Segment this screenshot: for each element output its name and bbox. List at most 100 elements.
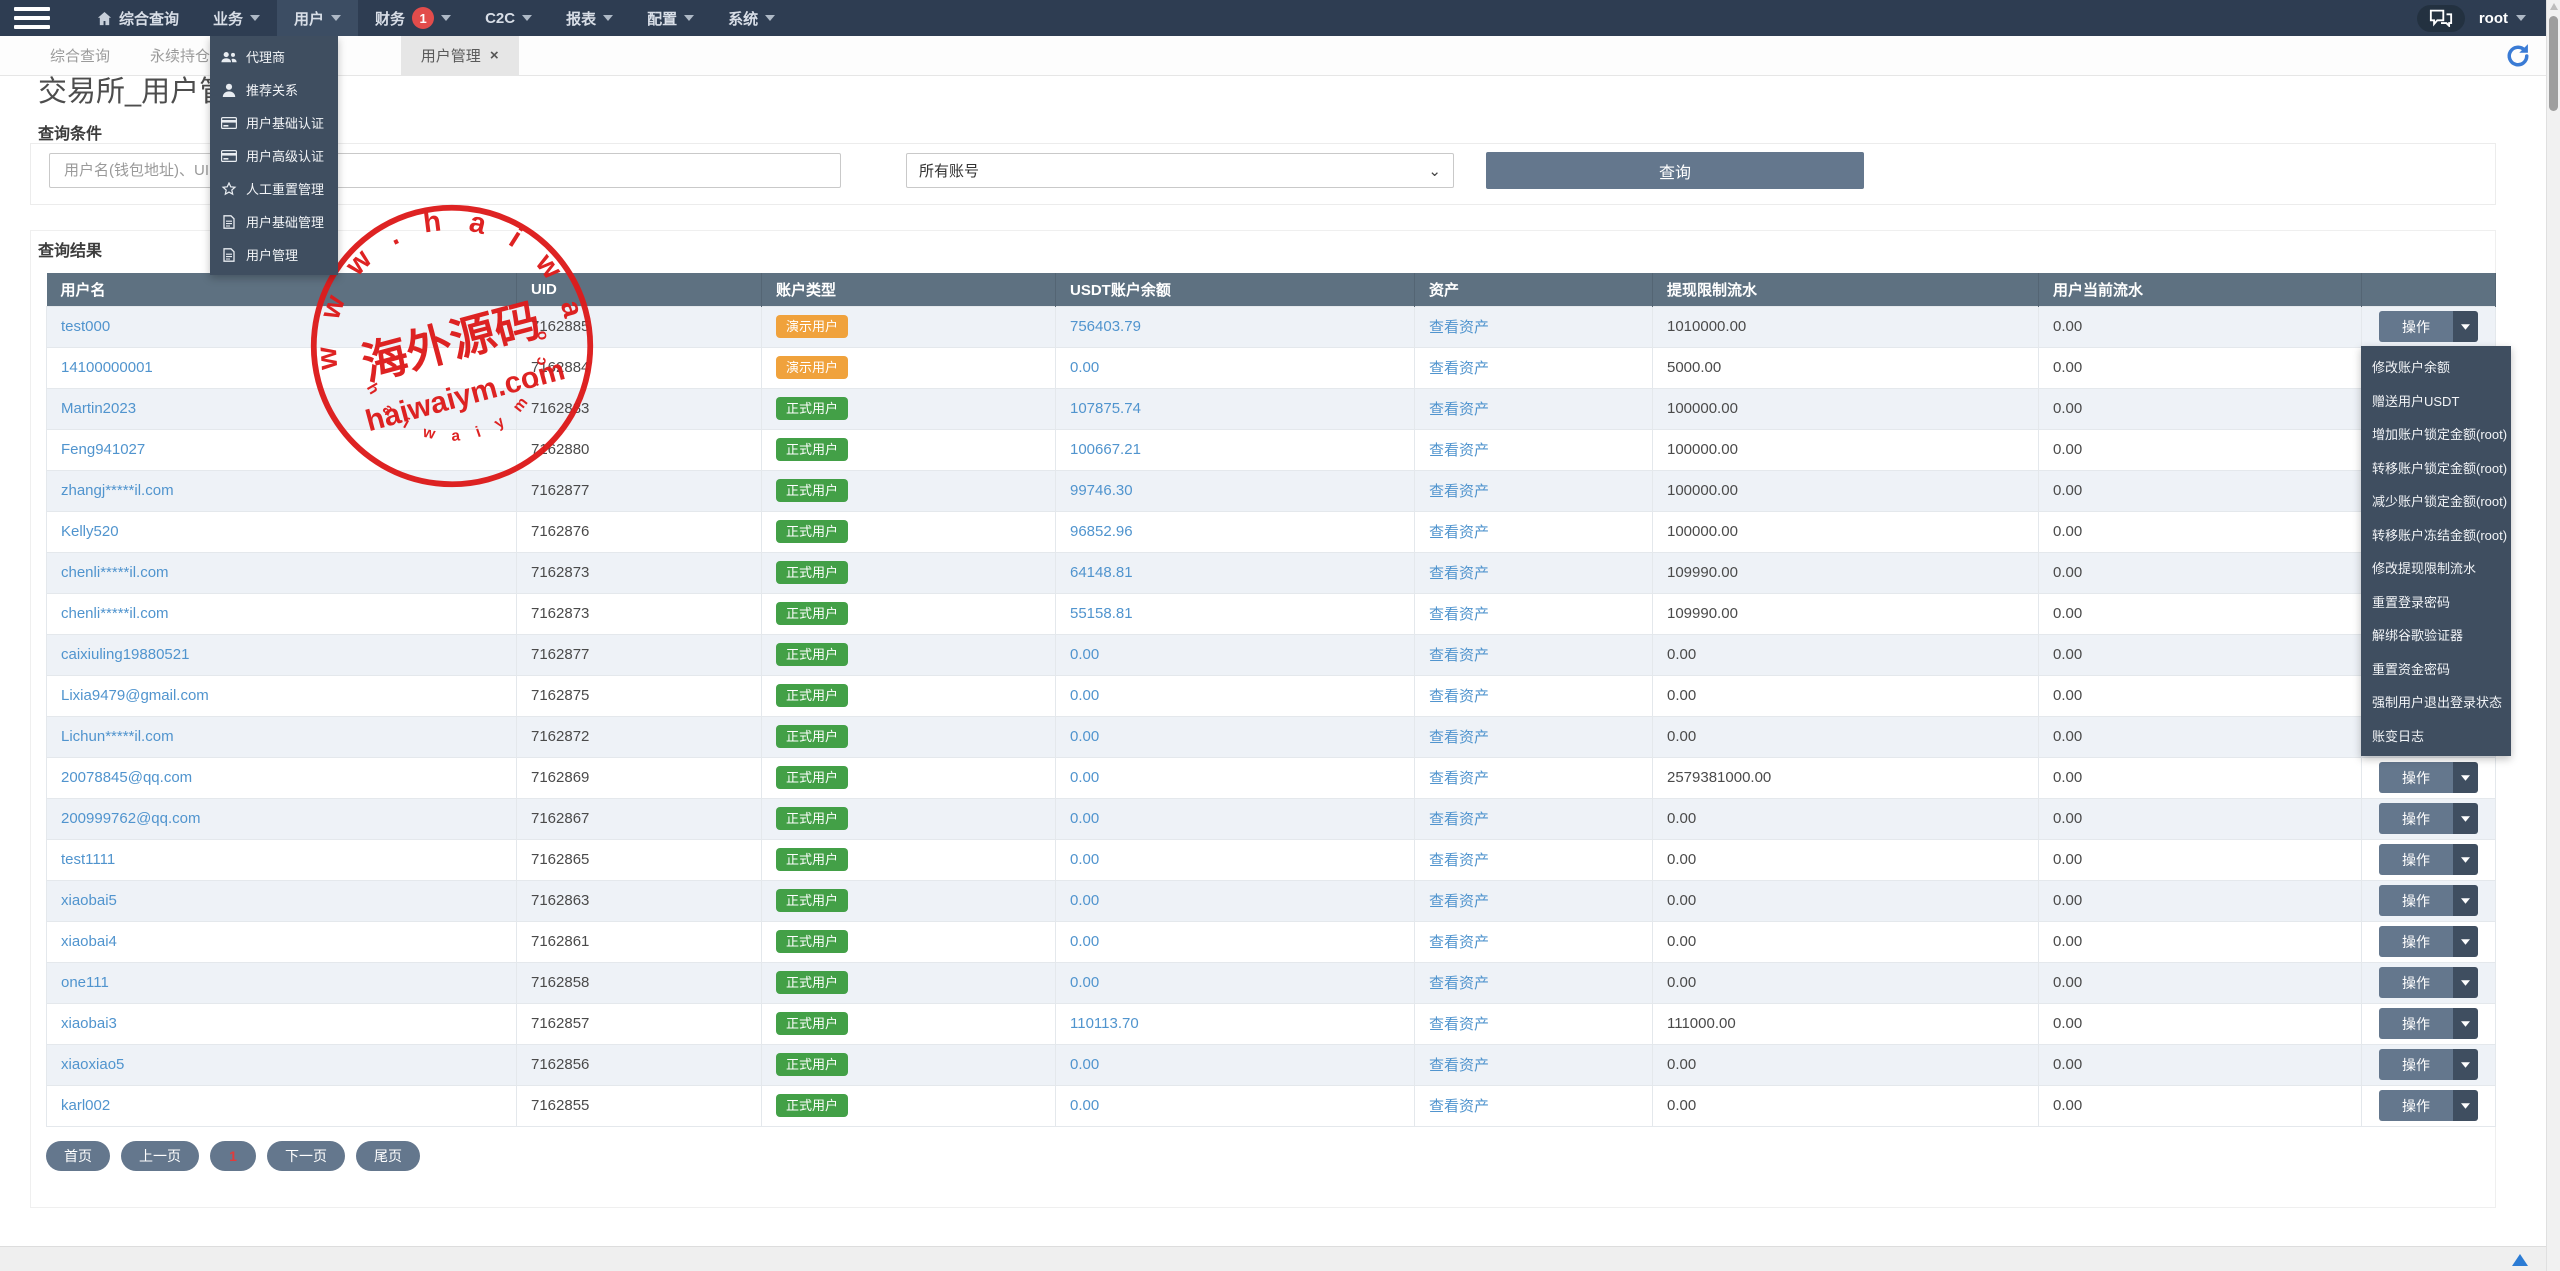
vertical-scrollbar[interactable] [2546, 0, 2560, 1271]
username-link[interactable]: Lixia9479@gmail.com [61, 687, 209, 704]
back-to-top-icon[interactable] [2512, 1254, 2528, 1266]
view-assets-link[interactable]: 查看资产 [1429, 401, 1489, 418]
scroll-thumb[interactable] [2549, 16, 2558, 111]
tab-close-icon[interactable]: × [490, 47, 499, 64]
usdt-balance-link[interactable]: 100667.21 [1070, 441, 1141, 458]
row-actions-button[interactable]: 操作 [2379, 803, 2478, 834]
username-link[interactable]: chenli*****il.com [61, 564, 169, 581]
usdt-balance-link[interactable]: 0.00 [1070, 728, 1099, 745]
view-assets-link[interactable]: 查看资产 [1429, 811, 1489, 828]
row-actions-button[interactable]: 操作 [2379, 885, 2478, 916]
view-assets-link[interactable]: 查看资产 [1429, 606, 1489, 623]
action-menu-item-转移账户锁定金额(root)[interactable]: 转移账户锁定金额(root) [2361, 451, 2511, 485]
username-link[interactable]: Kelly520 [61, 523, 119, 540]
username-link[interactable]: one111 [61, 974, 109, 991]
menu-item-代理商[interactable]: 代理商 [210, 40, 338, 73]
view-assets-link[interactable]: 查看资产 [1429, 1098, 1489, 1115]
view-assets-link[interactable]: 查看资产 [1429, 360, 1489, 377]
usdt-balance-link[interactable]: 64148.81 [1070, 564, 1133, 581]
username-link[interactable]: Martin2023 [61, 400, 136, 417]
usdt-balance-link[interactable]: 0.00 [1070, 974, 1099, 991]
actions-button-label[interactable]: 操作 [2379, 1090, 2453, 1121]
actions-button-label[interactable]: 操作 [2379, 311, 2453, 342]
chevron-down-icon[interactable] [2453, 967, 2478, 998]
action-menu-item-转移账户冻结金额(root)[interactable]: 转移账户冻结金额(root) [2361, 518, 2511, 552]
usdt-balance-link[interactable]: 756403.79 [1070, 318, 1141, 335]
action-menu-item-增加账户锁定金额(root)[interactable]: 增加账户锁定金额(root) [2361, 417, 2511, 451]
chat-icon[interactable] [2416, 4, 2465, 32]
menu-item-用户高级认证[interactable]: 用户高级认证 [210, 139, 338, 172]
row-actions-button[interactable]: 操作 [2379, 926, 2478, 957]
user-account-menu[interactable]: root [2479, 10, 2526, 27]
row-actions-button[interactable]: 操作 [2379, 1090, 2478, 1121]
username-link[interactable]: caixiuling19880521 [61, 646, 189, 663]
usdt-balance-link[interactable]: 0.00 [1070, 810, 1099, 827]
chevron-down-icon[interactable] [2453, 1008, 2478, 1039]
usdt-balance-link[interactable]: 0.00 [1070, 851, 1099, 868]
username-link[interactable]: test000 [61, 318, 110, 335]
sidebar-toggle-icon[interactable] [0, 0, 64, 36]
actions-button-label[interactable]: 操作 [2379, 926, 2453, 957]
nav-item-综合查询[interactable]: 综合查询 [80, 0, 196, 36]
view-assets-link[interactable]: 查看资产 [1429, 893, 1489, 910]
page-button-尾页[interactable]: 尾页 [356, 1141, 420, 1171]
action-menu-item-减少账户锁定金额(root)[interactable]: 减少账户锁定金额(root) [2361, 484, 2511, 518]
username-link[interactable]: Feng941027 [61, 441, 145, 458]
action-menu-item-账变日志[interactable]: 账变日志 [2361, 719, 2511, 753]
username-link[interactable]: test1111 [61, 851, 115, 868]
chevron-down-icon[interactable] [2453, 803, 2478, 834]
view-assets-link[interactable]: 查看资产 [1429, 975, 1489, 992]
chevron-down-icon[interactable] [2453, 926, 2478, 957]
menu-item-用户管理[interactable]: 用户管理 [210, 238, 338, 271]
row-actions-button[interactable]: 操作 [2379, 762, 2478, 793]
view-assets-link[interactable]: 查看资产 [1429, 770, 1489, 787]
account-type-select[interactable]: 所有账号 ⌄ [906, 153, 1454, 188]
username-link[interactable]: Lichun*****il.com [61, 728, 174, 745]
menu-item-推荐关系[interactable]: 推荐关系 [210, 73, 338, 106]
usdt-balance-link[interactable]: 107875.74 [1070, 400, 1141, 417]
actions-button-label[interactable]: 操作 [2379, 885, 2453, 916]
usdt-balance-link[interactable]: 55158.81 [1070, 605, 1133, 622]
nav-item-配置[interactable]: 配置 [630, 0, 711, 36]
username-link[interactable]: xiaobai3 [61, 1015, 117, 1032]
view-assets-link[interactable]: 查看资产 [1429, 442, 1489, 459]
page-button-首页[interactable]: 首页 [46, 1141, 110, 1171]
action-menu-item-赠送用户USDT[interactable]: 赠送用户USDT [2361, 384, 2511, 418]
username-link[interactable]: xiaobai5 [61, 892, 117, 909]
row-actions-button[interactable]: 操作 [2379, 967, 2478, 998]
action-menu-item-修改提现限制流水[interactable]: 修改提现限制流水 [2361, 551, 2511, 585]
chevron-down-icon[interactable] [2453, 885, 2478, 916]
view-assets-link[interactable]: 查看资产 [1429, 729, 1489, 746]
action-menu-item-解绑谷歌验证器[interactable]: 解绑谷歌验证器 [2361, 618, 2511, 652]
page-button-下一页[interactable]: 下一页 [267, 1141, 345, 1171]
chevron-down-icon[interactable] [2453, 762, 2478, 793]
nav-item-报表[interactable]: 报表 [549, 0, 630, 36]
actions-button-label[interactable]: 操作 [2379, 1008, 2453, 1039]
query-button[interactable]: 查询 [1486, 152, 1864, 189]
view-assets-link[interactable]: 查看资产 [1429, 319, 1489, 336]
usdt-balance-link[interactable]: 0.00 [1070, 769, 1099, 786]
menu-item-人工重置管理[interactable]: 人工重置管理 [210, 172, 338, 205]
view-assets-link[interactable]: 查看资产 [1429, 483, 1489, 500]
actions-button-label[interactable]: 操作 [2379, 803, 2453, 834]
usdt-balance-link[interactable]: 0.00 [1070, 646, 1099, 663]
row-actions-button[interactable]: 操作 [2379, 844, 2478, 875]
usdt-balance-link[interactable]: 0.00 [1070, 1097, 1099, 1114]
view-assets-link[interactable]: 查看资产 [1429, 688, 1489, 705]
view-assets-link[interactable]: 查看资产 [1429, 852, 1489, 869]
chevron-down-icon[interactable] [2453, 1090, 2478, 1121]
action-menu-item-重置登录密码[interactable]: 重置登录密码 [2361, 585, 2511, 619]
usdt-balance-link[interactable]: 110113.70 [1070, 1015, 1139, 1032]
username-link[interactable]: 14100000001 [61, 359, 153, 376]
username-link[interactable]: xiaobai4 [61, 933, 117, 950]
view-assets-link[interactable]: 查看资产 [1429, 524, 1489, 541]
row-actions-button[interactable]: 操作 [2379, 1008, 2478, 1039]
scroll-up-arrow-icon[interactable] [2550, 3, 2558, 10]
chevron-down-icon[interactable] [2453, 844, 2478, 875]
nav-item-用户[interactable]: 用户 [277, 0, 359, 36]
refresh-icon[interactable] [2504, 42, 2532, 70]
actions-button-label[interactable]: 操作 [2379, 762, 2453, 793]
menu-item-用户基础管理[interactable]: 用户基础管理 [210, 205, 338, 238]
nav-item-C2C[interactable]: C2C [468, 0, 549, 36]
action-menu-item-重置资金密码[interactable]: 重置资金密码 [2361, 652, 2511, 686]
